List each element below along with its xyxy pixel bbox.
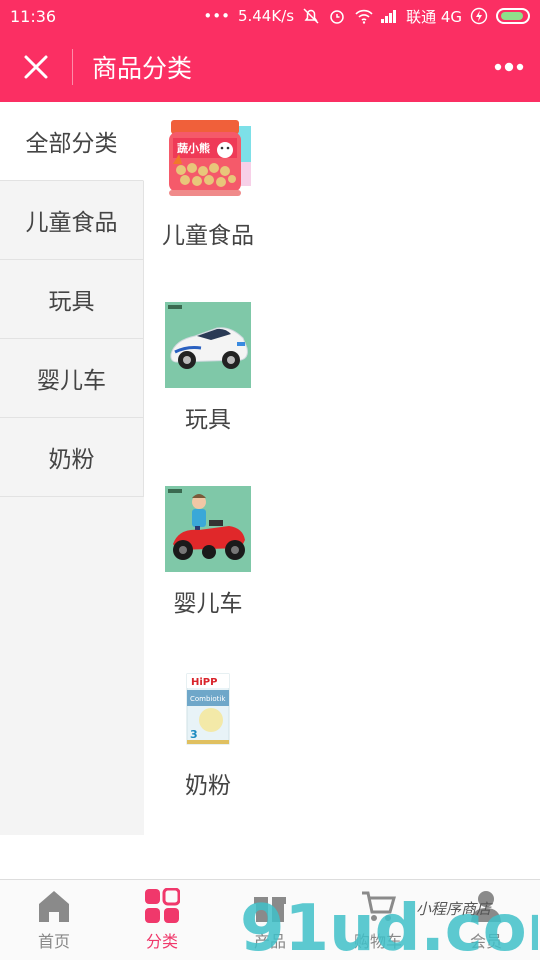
- milk-powder-box-image: HiPP Combiotik 3: [165, 668, 251, 754]
- category-label: 婴儿车: [173, 591, 243, 617]
- gift-icon: [254, 897, 286, 922]
- svg-text:蔬小熊: 蔬小熊: [177, 141, 210, 155]
- svg-text:Combiotik: Combiotik: [190, 695, 226, 703]
- status-bar: 11:36 ••• 5.44K/s 联通 4G: [0, 0, 540, 32]
- tab-cart[interactable]: 购物车: [324, 880, 432, 960]
- svg-text:HiPP: HiPP: [191, 677, 217, 688]
- kids-ride-on-image: [165, 486, 251, 572]
- close-button[interactable]: [0, 32, 72, 102]
- cart-icon: [362, 891, 396, 921]
- sidebar-item-label: 全部分类: [25, 131, 118, 157]
- tab-home[interactable]: 首页: [0, 880, 108, 960]
- sidebar-item-strollers[interactable]: 婴儿车: [0, 339, 144, 418]
- sidebar-item-all[interactable]: 全部分类: [0, 102, 144, 181]
- signal-icon: [380, 7, 398, 25]
- sidebar-item-milk-powder[interactable]: 奶粉: [0, 418, 144, 497]
- charging-icon: [470, 7, 488, 25]
- category-label: 儿童食品: [162, 223, 254, 249]
- sidebar-item-label: 玩具: [48, 289, 95, 315]
- snack-jar-image: 蔬小熊: [165, 118, 251, 204]
- tab-label: 产品: [253, 932, 286, 951]
- status-carrier: 联通 4G: [406, 7, 462, 26]
- user-icon: [471, 891, 501, 922]
- category-card-strollers[interactable]: 婴儿车: [158, 486, 258, 618]
- svg-text:3: 3: [190, 728, 198, 741]
- category-card-milk-powder[interactable]: HiPP Combiotik 3 奶粉: [158, 668, 258, 800]
- sidebar-item-toys[interactable]: 玩具: [0, 260, 144, 339]
- toy-car-image: [165, 302, 251, 388]
- page-title: 商品分类: [92, 54, 193, 83]
- battery-icon: [496, 8, 530, 24]
- category-card-kids-food[interactable]: 蔬小熊 儿童食品: [158, 118, 258, 250]
- tab-label: 会员: [469, 932, 502, 951]
- sidebar-item-label: 奶粉: [48, 447, 95, 473]
- sidebar-item-kids-food[interactable]: 儿童食品: [0, 181, 144, 260]
- home-icon: [39, 891, 69, 922]
- tab-label: 购物车: [353, 932, 402, 951]
- category-sidebar: 全部分类 儿童食品 玩具 婴儿车 奶粉: [0, 102, 144, 835]
- category-label: 玩具: [185, 407, 231, 433]
- status-time: 11:36: [10, 6, 57, 26]
- category-card-toys[interactable]: 玩具: [158, 302, 258, 434]
- tab-member[interactable]: 会员: [432, 880, 540, 960]
- grid-icon: [145, 888, 180, 923]
- mute-bell-icon: [302, 7, 320, 25]
- category-label: 奶粉: [185, 773, 231, 799]
- tab-category[interactable]: 分类: [108, 880, 216, 960]
- close-icon: [24, 55, 48, 79]
- sidebar-item-label: 婴儿车: [37, 368, 106, 394]
- title-bar: 商品分类: [0, 32, 540, 102]
- sidebar-item-label: 儿童食品: [25, 210, 118, 236]
- tab-products[interactable]: 产品: [216, 880, 324, 960]
- status-right: ••• 5.44K/s 联通 4G: [203, 6, 530, 27]
- category-grid: 蔬小熊 儿童食品 玩具 婴儿车 HiPP Combiotik 3 奶粉: [144, 102, 540, 835]
- wifi-icon: [354, 7, 373, 25]
- alarm-icon: [328, 7, 346, 25]
- tab-label: 分类: [145, 932, 178, 951]
- bottom-tab-bar: 首页 分类 产品 购物车 会员: [0, 879, 540, 960]
- status-dots-icon: •••: [203, 7, 230, 25]
- more-button[interactable]: [478, 32, 540, 102]
- tab-label: 首页: [37, 932, 70, 951]
- more-dots-icon: [494, 62, 524, 72]
- screen: 11:36 ••• 5.44K/s 联通 4G 商品分类 全部分类 儿童食品 玩…: [0, 0, 540, 960]
- title-divider: [72, 49, 73, 85]
- status-network-speed: 5.44K/s: [237, 7, 295, 25]
